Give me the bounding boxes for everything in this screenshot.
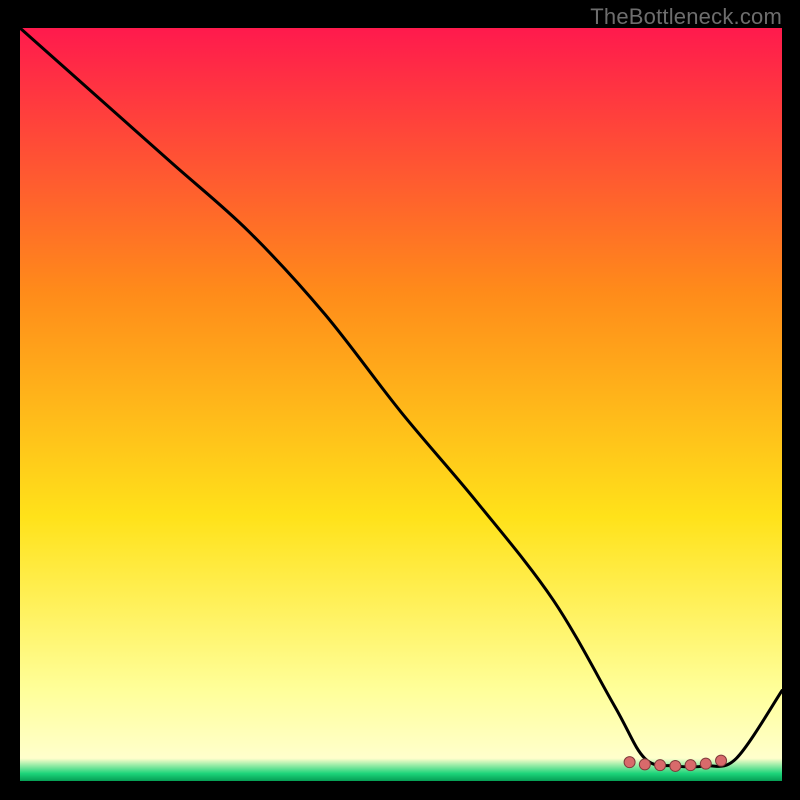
chart-frame: TheBottleneck.com [0, 0, 800, 800]
plot-area [20, 28, 782, 781]
optimal-marker [716, 755, 727, 766]
line-chart [20, 28, 782, 781]
optimal-marker [700, 758, 711, 769]
optimal-marker [624, 757, 635, 768]
watermark-text: TheBottleneck.com [590, 4, 782, 30]
gradient-background [20, 28, 782, 781]
optimal-marker [670, 760, 681, 771]
optimal-marker [685, 760, 696, 771]
optimal-marker [639, 759, 650, 770]
optimal-marker [655, 760, 666, 771]
